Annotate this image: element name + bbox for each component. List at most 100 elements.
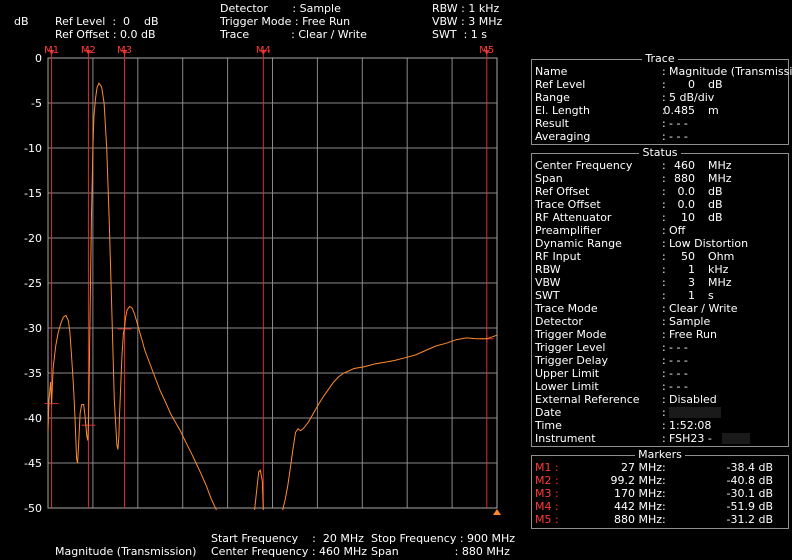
trace-row-unit: dB <box>708 78 723 91</box>
trace-row-unit: m <box>708 104 719 117</box>
status-row-label: Span <box>535 172 563 185</box>
reference-triangle-icon <box>493 509 501 515</box>
trace-row-value: - - - <box>669 130 688 143</box>
status-row: Trace Mode: Clear / Write <box>535 302 787 315</box>
status-row-label: Instrument <box>535 432 596 445</box>
marker-tag-label: M3 <box>117 45 132 56</box>
status-row-unit: dB <box>708 185 723 198</box>
y-tick-label: -30 <box>24 322 42 335</box>
y-tick-label: -35 <box>24 367 42 380</box>
status-row-value: - - - <box>669 341 688 354</box>
y-tick-label: -50 <box>24 502 42 515</box>
status-row-value: Free Run <box>669 328 717 341</box>
trace-row-label: Name <box>535 65 568 78</box>
status-row-label: VBW <box>535 276 561 289</box>
marker-row-value: -40.8 dB <box>726 474 774 487</box>
marker-row-value: -30.1 dB <box>726 487 774 500</box>
marker-row-label: M5 : <box>535 513 559 526</box>
separator-colon: : <box>662 393 666 406</box>
marker-row[interactable]: M5 : 880 MHz: -31.2 dB <box>535 513 787 526</box>
separator-colon: : <box>662 341 666 354</box>
separator-colon: : <box>662 263 666 276</box>
separator-colon: : <box>662 159 666 172</box>
marker-row-label: M4 : <box>535 500 559 513</box>
trace-row: El. Length:0.485 m <box>535 104 787 117</box>
status-row-value: Off <box>669 224 686 237</box>
status-row-label: Ref Offset <box>535 185 590 198</box>
marker-row[interactable]: M3 : 170 MHz: -30.1 dB <box>535 487 787 500</box>
separator-colon: : <box>662 78 666 91</box>
status-row-label: Preamplifier <box>535 224 602 237</box>
status-row: Time:1:52:08 <box>535 419 787 432</box>
status-row-value: - - - <box>669 367 688 380</box>
separator-colon: : <box>662 130 666 143</box>
y-tick-label: -25 <box>24 277 42 290</box>
status-row-label: Upper Limit <box>535 367 600 380</box>
separator-colon: : <box>662 487 666 500</box>
status-row: Ref Offset:0.0 dB <box>535 185 787 198</box>
trace-row-label: Result <box>535 117 569 130</box>
separator-colon: : <box>662 250 666 263</box>
marker-row-frequency: 99.2 MHz <box>610 474 662 487</box>
marker-row-frequency: 880 MHz <box>613 513 662 526</box>
status-row: Dynamic Range: Low Distortion <box>535 237 787 250</box>
separator-colon: : <box>662 65 666 78</box>
markers-panel-title: Markers <box>635 448 685 461</box>
trace-row-value: - - - <box>669 117 688 130</box>
stop-frequency-readout: Stop Frequency : 900 MHz <box>371 532 516 545</box>
status-row-number: 1 <box>688 289 695 302</box>
separator-colon: : <box>662 198 666 211</box>
status-row-unit: kHz <box>708 263 729 276</box>
trace-row-number: 0.485 <box>663 104 696 117</box>
status-row-label: Center Frequency <box>535 159 633 172</box>
separator-colon: : <box>662 185 666 198</box>
separator-colon: : <box>662 419 666 432</box>
status-row: SWT: 1 s <box>535 289 787 302</box>
marker-row-frequency: 27 MHz <box>620 461 662 474</box>
status-row: RBW: 1 kHz <box>535 263 787 276</box>
marker-row-label: M2 : <box>535 474 559 487</box>
separator-colon: : <box>662 461 666 474</box>
marker-tag-label: M5 <box>479 45 494 56</box>
status-row-value: Sample <box>669 315 711 328</box>
status-row-number: 0.0 <box>677 198 696 211</box>
status-row: Detector: Sample <box>535 315 787 328</box>
span-readout: Span : 880 MHz <box>371 545 510 558</box>
marker-row[interactable]: M4 : 442 MHz: -51.9 dB <box>535 500 787 513</box>
status-row-label: Time <box>535 419 562 432</box>
status-row: Center Frequency:460 MHz <box>535 159 787 172</box>
status-row-label: SWT <box>535 289 560 302</box>
status-row: RF Attenuator: 10 dB <box>535 211 787 224</box>
separator-colon: : <box>662 91 666 104</box>
status-row-label: Trace Offset <box>535 198 601 211</box>
separator-colon: : <box>662 328 666 341</box>
trace-row-label: El. Length <box>535 104 590 117</box>
marker-row-frequency: 170 MHz <box>613 487 662 500</box>
marker-tag-label: M2 <box>81 45 96 56</box>
separator-colon: : <box>662 302 666 315</box>
status-row-value: - - - <box>669 354 688 367</box>
status-row-unit: s <box>708 289 714 302</box>
status-row-label: RF Input <box>535 250 581 263</box>
separator-colon: : <box>662 172 666 185</box>
status-row-unit: dB <box>708 211 723 224</box>
y-tick-label: 0 <box>35 52 42 65</box>
status-row-label: Dynamic Range <box>535 237 622 250</box>
trace-row: Name:Magnitude (Transmission) <box>535 65 792 78</box>
status-row-label: RF Attenuator <box>535 211 612 224</box>
redacted-block <box>722 433 750 444</box>
separator-colon: : <box>662 354 666 367</box>
separator-colon: : <box>662 276 666 289</box>
status-row-label: RBW <box>535 263 561 276</box>
status-row-number: 50 <box>681 250 695 263</box>
separator-colon: : <box>662 500 666 513</box>
status-row: Instrument: FSH23 - <box>535 432 787 445</box>
magnitude-chart[interactable]: 0 -5 -10 -15 -20 -25 -30 -35 -40 -45 -50 M1 M2 M3 M4 M5 <box>0 0 520 560</box>
status-row-number: 3 <box>688 276 695 289</box>
status-row-label: Trigger Level <box>535 341 606 354</box>
marker-row[interactable]: M1 : 27 MHz: -38.4 dB <box>535 461 787 474</box>
status-row: Trigger Delay: - - - <box>535 354 787 367</box>
marker-row[interactable]: M2 : 99.2 MHz: -40.8 dB <box>535 474 787 487</box>
trace-row-number: 0 <box>688 78 695 91</box>
status-row-unit: MHz <box>708 172 732 185</box>
